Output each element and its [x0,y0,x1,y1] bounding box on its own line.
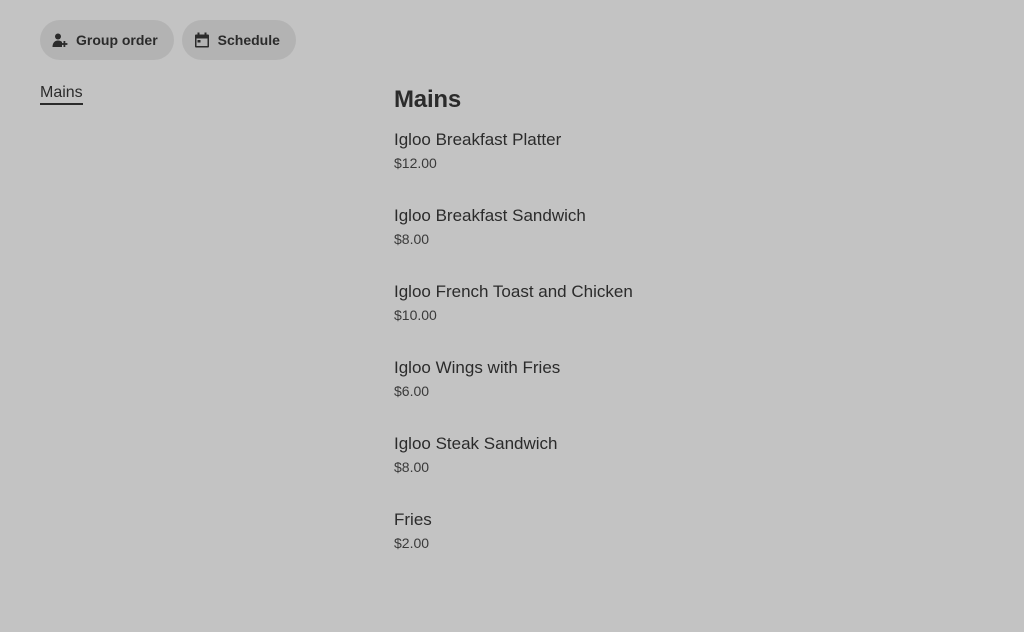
menu-item-price: $12.00 [394,155,437,171]
schedule-label: Schedule [217,32,280,48]
menu-item-name: Igloo Breakfast Platter [394,130,562,149]
menu-item-price: $8.00 [394,459,430,475]
menu-item-name: Igloo French Toast and Chicken [394,282,633,301]
group-order-label: Group order [76,32,158,48]
menu-item-name: Igloo Wings with Fries [394,358,561,377]
menu-item[interactable]: Igloo Breakfast Platter $12.00 [394,128,984,204]
calendar-icon [194,32,210,48]
category-nav: Mains [40,84,83,105]
menu-item[interactable]: Igloo French Toast and Chicken $10.00 [394,280,984,356]
menu-item-price: $6.00 [394,383,430,399]
menu-item-name: Igloo Breakfast Sandwich [394,206,586,225]
menu-item-price: $10.00 [394,307,437,323]
menu-item[interactable]: Igloo Breakfast Sandwich $8.00 [394,204,984,280]
menu-item-price: $2.00 [394,535,430,551]
category-link-mains[interactable]: Mains [40,84,83,105]
menu-item[interactable]: Fries $2.00 [394,508,984,584]
menu-item-price: $8.00 [394,231,430,247]
menu-item-list: Igloo Breakfast Platter $12.00 Igloo Bre… [394,128,984,584]
schedule-button[interactable]: Schedule [181,20,296,60]
menu-item[interactable]: Igloo Steak Sandwich $8.00 [394,432,984,508]
menu-item-name: Igloo Steak Sandwich [394,434,558,453]
person-add-icon [52,32,68,48]
order-actions: Group order Schedule [40,20,296,60]
menu-item-name: Fries [394,510,432,529]
menu-section-mains: Mains Igloo Breakfast Platter $12.00 Igl… [394,84,984,600]
menu-item[interactable]: Igloo Wings with Fries $6.00 [394,356,984,432]
group-order-button[interactable]: Group order [40,20,174,60]
section-title: Mains [394,86,462,113]
